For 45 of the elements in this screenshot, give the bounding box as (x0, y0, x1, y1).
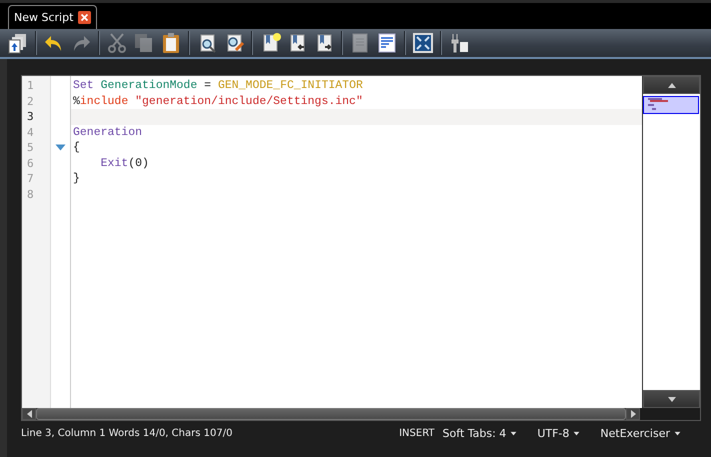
clipboard-icon (160, 32, 182, 54)
edit-mode: INSERT (399, 428, 435, 438)
line-number: 1 (26, 78, 35, 94)
editor-tab[interactable]: New Script (8, 5, 98, 29)
scrollbar-thumb[interactable] (36, 408, 626, 420)
close-icon (78, 11, 92, 24)
scrollbar-corner (640, 408, 700, 420)
fullscreen-icon (412, 32, 434, 54)
code-line: %include "generation/include/Settings.inc" (73, 94, 363, 109)
line-number: 6 (26, 156, 35, 171)
minimap-viewport[interactable] (643, 96, 699, 114)
code-line: } (73, 171, 80, 186)
scroll-left-button[interactable] (22, 408, 36, 420)
fullscreen-button[interactable] (411, 31, 435, 55)
line-number: 4 (26, 124, 35, 140)
caret-icon (674, 430, 681, 436)
code-line: Set GenerationMode = GEN_MODE_FC_INITIATOR (73, 78, 363, 94)
close-button[interactable] (78, 11, 92, 24)
code-area[interactable]: Set GenerationMode = GEN_MODE_FC_INITIATOR %include "generation/include/Settings.inc" Generation { Exit(0) } (71, 76, 642, 408)
code-line: Generation (73, 124, 142, 140)
pages-up-icon (7, 32, 29, 54)
right-arrow-icon (630, 410, 636, 418)
line-number: 8 (26, 186, 35, 202)
up-arrow-icon (668, 82, 676, 88)
caret-icon (510, 430, 518, 436)
scroll-down-button[interactable] (643, 390, 700, 408)
left-arrow-icon (26, 410, 32, 418)
line-number: 5 (26, 140, 35, 156)
line-number: 2 (26, 94, 35, 109)
scroll-right-button[interactable] (626, 408, 640, 420)
down-arrow-icon (668, 396, 676, 402)
caret-icon (573, 430, 580, 436)
status-dropdown[interactable]: Soft Tabs: 4 (442, 426, 518, 440)
scissors-icon (106, 32, 128, 54)
status-dropdown[interactable]: UTF-8 (537, 426, 580, 440)
code-line: { (73, 140, 80, 156)
tab-label: New Script (14, 11, 74, 24)
scroll-up-button[interactable] (643, 76, 700, 94)
line-number: 7 (26, 171, 35, 186)
code-line: Exit(0) (100, 156, 149, 171)
word-wrap-icon (376, 32, 398, 54)
copy-icon (133, 32, 155, 54)
cursor-position: Line 3, Column 1 Words 14/0, Chars 107/0 (21, 428, 232, 438)
line-number: 3 (26, 109, 35, 124)
status-dropdown[interactable]: NetExerciser (600, 426, 681, 440)
